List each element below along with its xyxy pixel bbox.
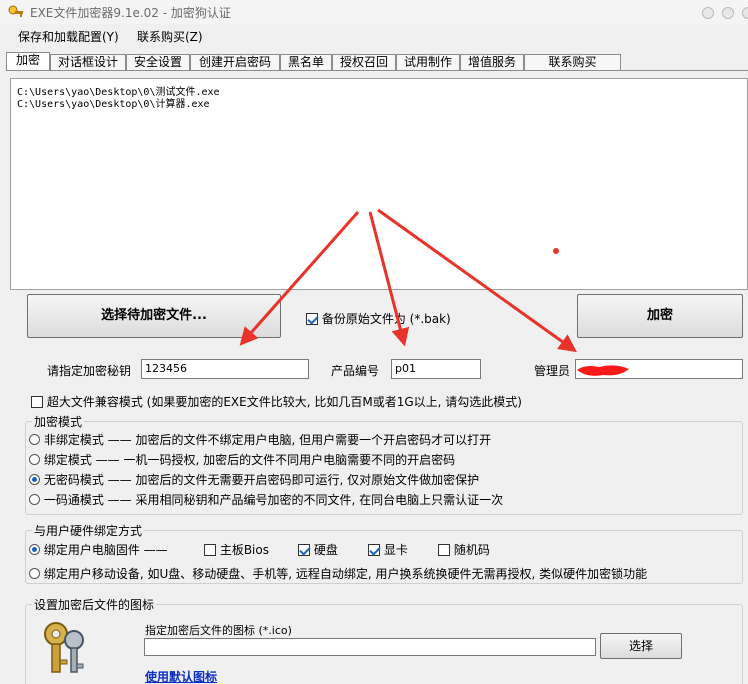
gpu-label: 显卡 — [383, 543, 408, 557]
check-random[interactable]: 随机码 — [438, 541, 490, 558]
tab-strip: 加密 对话框设计 安全设置 创建开启密码 黑名单 授权召回 试用制作 增值服务 … — [6, 52, 621, 71]
backup-option[interactable]: 备份原始文件为 (*.bak) — [306, 310, 451, 327]
bind-mobile-radio[interactable] — [29, 568, 40, 579]
mode-option-one-code[interactable]: 一码通模式 —— 采用相同秘钥和产品编号加密的不同文件, 在同台电脑上只需认证一… — [29, 491, 503, 508]
check-gpu[interactable]: 显卡 — [368, 541, 408, 558]
menu-save-load-config[interactable]: 保存和加载配置(Y) — [18, 28, 119, 45]
minimize-button[interactable] — [702, 7, 714, 19]
admin-redaction-mark — [577, 365, 629, 376]
tab-blacklist[interactable]: 黑名单 — [280, 54, 332, 71]
mode-option-no-password[interactable]: 无密码模式 —— 加密后的文件无需要开启密码即可运行, 仅对原始文件做加密保护 — [29, 471, 479, 488]
check-bios[interactable]: 主板Bios — [204, 541, 269, 558]
large-file-label: 超大文件兼容模式 (如果要加密的EXE文件比较大, 比如几百M或者1G以上, 请… — [46, 395, 522, 409]
disk-checkbox[interactable] — [298, 544, 310, 556]
file-list-item[interactable]: C:\Users\yao\Desktop\0\计算器.exe — [17, 95, 210, 110]
icon-path-input[interactable] — [144, 638, 596, 656]
large-file-checkbox[interactable] — [31, 396, 43, 408]
menu-contact-purchase[interactable]: 联系购买(Z) — [137, 28, 203, 45]
key-input[interactable]: 123456 — [141, 359, 309, 379]
bios-label: 主板Bios — [219, 543, 269, 557]
mode-radio-no-password[interactable] — [29, 474, 40, 485]
hardware-binding-title: 与用户硬件绑定方式 — [32, 522, 145, 539]
tab-security-settings[interactable]: 安全设置 — [126, 54, 190, 71]
tab-contact-purchase[interactable]: 联系购买 — [524, 54, 621, 71]
bind-firmware-option[interactable]: 绑定用户电脑固件 —— — [29, 541, 168, 558]
check-disk[interactable]: 硬盘 — [298, 541, 338, 558]
backup-checkbox[interactable] — [306, 313, 318, 325]
product-label: 产品编号 — [331, 364, 380, 378]
tab-divider — [6, 70, 748, 71]
admin-label: 管理员 — [534, 364, 571, 378]
encrypt-button[interactable]: 加密 — [577, 294, 743, 338]
keys-icon — [44, 622, 84, 673]
bind-mobile-option[interactable]: 绑定用户移动设备, 如U盘、移动硬盘、手机等, 远程自动绑定, 用户换系统换硬件… — [29, 565, 647, 582]
mode-label-one-code: 一码通模式 —— 采用相同秘钥和产品编号加密的不同文件, 在同台电脑上只需认证一… — [43, 493, 504, 507]
window-title: EXE文件加密器9.1e.02 - 加密狗认证 — [30, 6, 231, 20]
app-key-icon — [8, 5, 23, 17]
mode-radio-one-code[interactable] — [29, 494, 40, 505]
use-default-icon-link[interactable]: 使用默认图标 — [145, 668, 217, 684]
tab-trial-make[interactable]: 试用制作 — [396, 54, 460, 71]
product-input[interactable]: p01 — [391, 359, 481, 379]
tab-create-open-password[interactable]: 创建开启密码 — [190, 54, 280, 71]
icon-settings-title: 设置加密后文件的图标 — [32, 596, 157, 613]
mode-radio-bound[interactable] — [29, 454, 40, 465]
random-checkbox[interactable] — [438, 544, 450, 556]
maximize-button[interactable] — [722, 7, 734, 19]
tab-dialog-design[interactable]: 对话框设计 — [50, 54, 126, 71]
tab-license-recall[interactable]: 授权召回 — [332, 54, 396, 71]
disk-label: 硬盘 — [313, 543, 338, 557]
choose-icon-button[interactable]: 选择 — [600, 633, 682, 659]
bind-firmware-label: 绑定用户电脑固件 —— — [43, 543, 168, 557]
key-label: 请指定加密秘钥 — [47, 364, 132, 378]
mode-label-no-password: 无密码模式 —— 加密后的文件无需要开启密码即可运行, 仅对原始文件做加密保护 — [43, 473, 480, 487]
close-button[interactable] — [742, 7, 748, 19]
mode-label-unbound: 非绑定模式 —— 加密后的文件不绑定用户电脑, 但用户需要一个开启密码才可以打开 — [43, 433, 492, 447]
icon-prompt: 指定加密后文件的图标 (*.ico) — [145, 624, 292, 637]
large-file-option[interactable]: 超大文件兼容模式 (如果要加密的EXE文件比较大, 比如几百M或者1G以上, 请… — [31, 393, 522, 410]
encrypt-mode-title: 加密模式 — [32, 413, 85, 430]
tab-encrypt[interactable]: 加密 — [6, 52, 50, 71]
mode-radio-unbound[interactable] — [29, 434, 40, 445]
gpu-checkbox[interactable] — [368, 544, 380, 556]
tab-value-added[interactable]: 增值服务 — [460, 54, 524, 71]
mode-label-bound: 绑定模式 —— 一机一码授权, 加密后的文件不同用户电脑需要不同的开启密码 — [43, 453, 456, 467]
bind-firmware-radio[interactable] — [29, 544, 40, 555]
backup-label: 备份原始文件为 (*.bak) — [321, 312, 451, 326]
mode-option-bound[interactable]: 绑定模式 —— 一机一码授权, 加密后的文件不同用户电脑需要不同的开启密码 — [29, 451, 455, 468]
mode-option-unbound[interactable]: 非绑定模式 —— 加密后的文件不绑定用户电脑, 但用户需要一个开启密码才可以打开 — [29, 431, 491, 448]
bios-checkbox[interactable] — [204, 544, 216, 556]
file-list[interactable]: C:\Users\yao\Desktop\0\测试文件.exe C:\Users… — [10, 78, 748, 290]
random-label: 随机码 — [453, 543, 490, 557]
bind-mobile-label: 绑定用户移动设备, 如U盘、移动硬盘、手机等, 远程自动绑定, 用户换系统换硬件… — [43, 567, 648, 581]
select-files-button[interactable]: 选择待加密文件... — [27, 294, 281, 338]
